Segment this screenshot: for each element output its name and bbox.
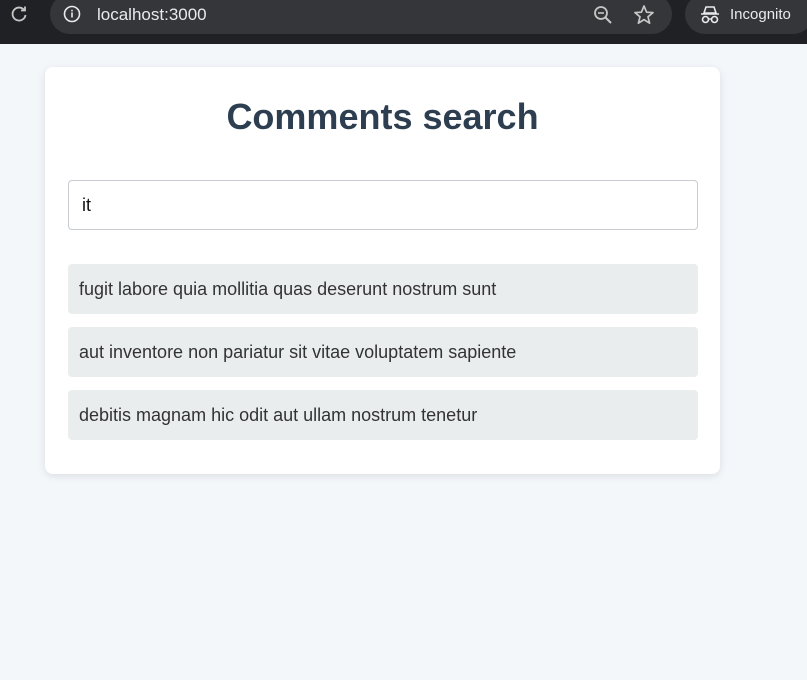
search-card: Comments search fugit labore quia mollit…: [45, 67, 720, 474]
results-list: fugit labore quia mollitia quas deserunt…: [68, 264, 698, 453]
incognito-icon: [698, 3, 722, 27]
info-icon[interactable]: [62, 4, 82, 24]
page-title: Comments search: [226, 96, 539, 137]
result-item[interactable]: fugit labore quia mollitia quas deserunt…: [68, 264, 698, 314]
star-icon[interactable]: [632, 3, 656, 27]
result-item[interactable]: aut inventore non pariatur sit vitae vol…: [68, 327, 698, 377]
url-text[interactable]: localhost:3000: [97, 4, 207, 26]
incognito-label: Incognito: [730, 6, 791, 23]
search-input[interactable]: [68, 180, 698, 230]
reload-icon[interactable]: [8, 3, 30, 25]
result-item[interactable]: debitis magnam hic odit aut ullam nostru…: [68, 390, 698, 440]
zoom-out-icon[interactable]: [592, 4, 614, 26]
